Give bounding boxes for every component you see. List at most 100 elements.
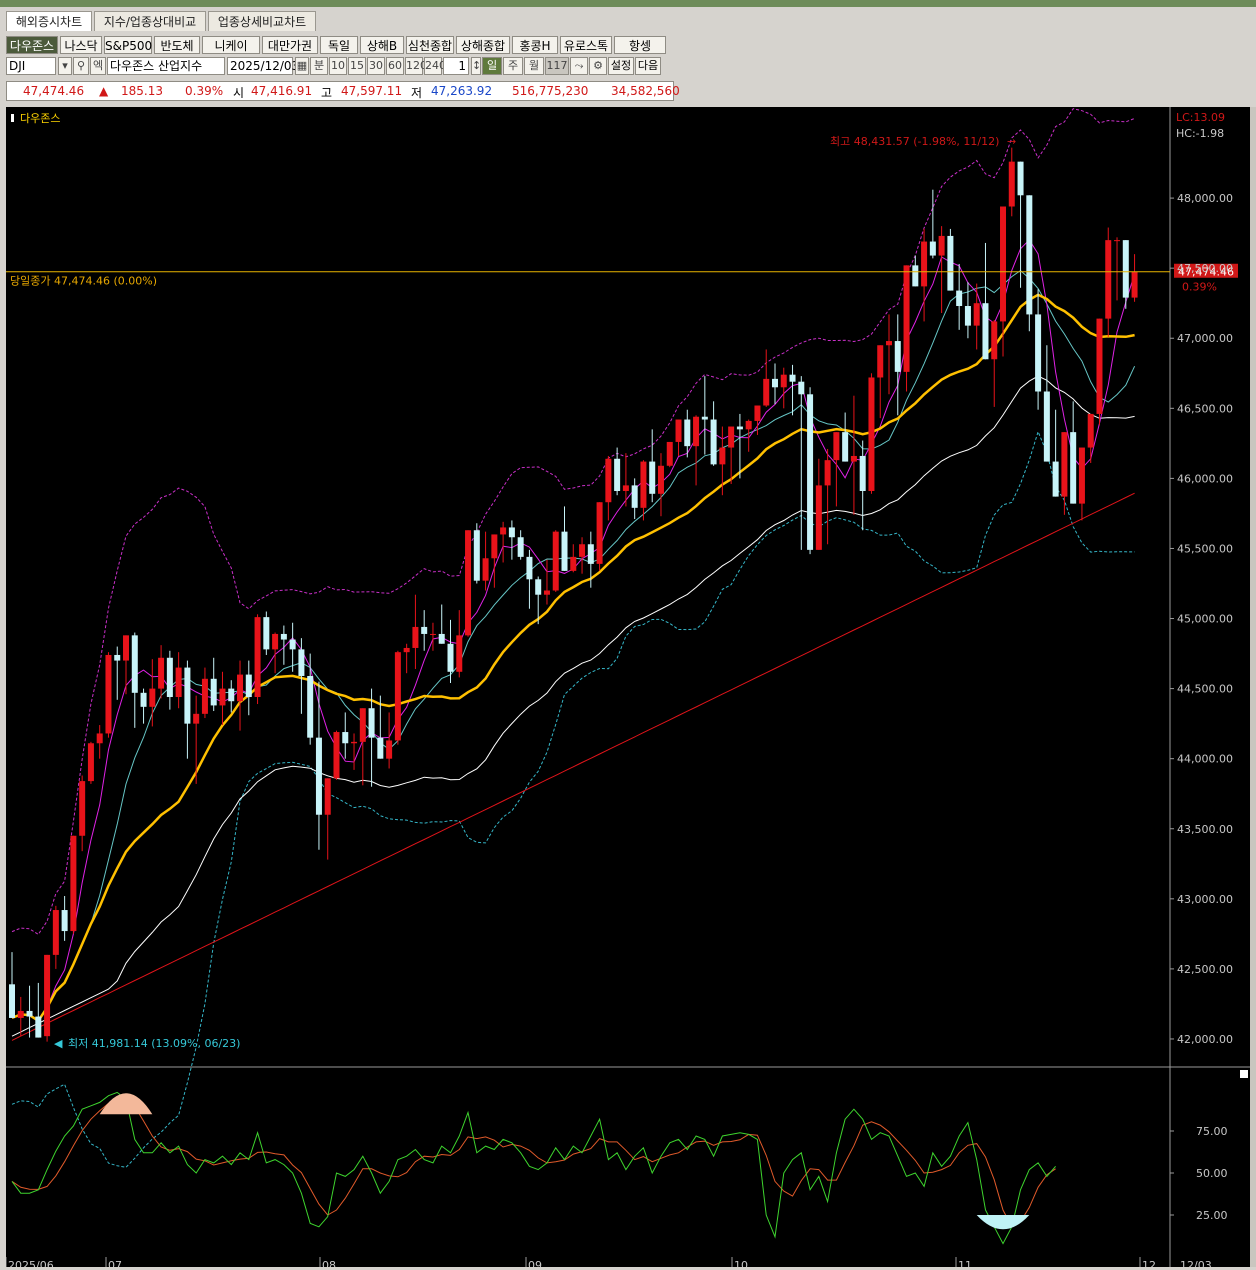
chart-area[interactable]: 당일종가 47,474.46 (0.00%) 47,474.46 0.39% 다우존스…	[5, 107, 1250, 1270]
market-button-3[interactable]: 반도체	[154, 36, 200, 54]
candle-body	[693, 416, 700, 447]
candle-body	[824, 460, 831, 486]
candle-body	[517, 537, 524, 557]
period-value-field[interactable]: 1	[443, 57, 469, 75]
candle-body	[140, 692, 147, 707]
market-button-9[interactable]: 상해종합	[456, 36, 510, 54]
candle-body	[728, 426, 735, 448]
candle-body	[491, 534, 498, 559]
gear-icon[interactable]: ⚙	[589, 57, 607, 75]
candle-body	[1078, 447, 1085, 504]
candle-body	[807, 394, 814, 550]
candle-body	[237, 674, 244, 702]
period-button-1[interactable]: 10	[329, 57, 347, 75]
y-tick-label: 43,500.00	[1177, 823, 1233, 836]
period-button-2[interactable]: 15	[348, 57, 366, 75]
market-button-6[interactable]: 독일	[320, 36, 358, 54]
vertical-scrollbar[interactable]	[1250, 107, 1256, 1267]
candle-body	[921, 241, 928, 287]
period-button-0[interactable]: 분	[310, 57, 328, 75]
date-field[interactable]: 2025/12/03	[227, 57, 299, 75]
count-field[interactable]: 117	[545, 57, 569, 75]
period-button-4[interactable]: 60	[386, 57, 404, 75]
y-tick-label: 44,000.00	[1177, 753, 1233, 766]
candle-body	[263, 617, 270, 650]
market-button-2[interactable]: S&P500	[104, 36, 152, 54]
low-annotation: 최저 41,981.14 (13.09%, 06/23)	[68, 1037, 240, 1050]
candle-body	[465, 530, 472, 636]
candle-body	[105, 654, 112, 734]
market-button-12[interactable]: 항셍	[614, 36, 666, 54]
candle-body	[1017, 161, 1024, 196]
symbol-suffix-button[interactable]: 엑	[90, 57, 106, 75]
date-value: 2025/12/03	[230, 59, 300, 73]
candle-body	[929, 241, 936, 256]
candle-body	[701, 416, 708, 420]
day-button-0[interactable]: 일	[482, 57, 502, 75]
candle-body	[842, 432, 849, 462]
market-button-10[interactable]: 홍콩H	[512, 36, 558, 54]
hc-label: HC:-1.98	[1176, 127, 1224, 140]
candle-body	[377, 737, 384, 759]
count-value: 117	[546, 59, 568, 72]
candle-body	[429, 633, 436, 635]
symbol-field[interactable]: DJI	[6, 57, 56, 75]
market-button-11[interactable]: 유로스톡	[560, 36, 612, 54]
tab-1[interactable]: 지수/업종상대비교	[94, 11, 206, 31]
oversold-fill	[976, 1215, 1030, 1230]
candle-body	[964, 306, 971, 326]
next-button[interactable]: 다음	[635, 57, 661, 75]
price-chart[interactable]: 당일종가 47,474.46 (0.00%)47,474.460.39%다우존스…	[5, 107, 1250, 1270]
market-button-7[interactable]: 상해B	[360, 36, 404, 54]
period-button-5[interactable]: 120	[405, 57, 427, 75]
market-button-5[interactable]: 대만가권	[262, 36, 318, 54]
candle-body	[570, 556, 577, 571]
candle-body	[1052, 461, 1059, 497]
stoch-k-line	[11, 1091, 1056, 1245]
ma120-line	[11, 492, 1135, 1041]
calendar-icon[interactable]: ▦	[295, 57, 309, 75]
day-button-2[interactable]: 월	[524, 57, 544, 75]
candle-body	[228, 688, 235, 702]
day-button-1[interactable]: 주	[503, 57, 523, 75]
market-button-0[interactable]: 다우존스	[6, 36, 58, 54]
symbol-name-field[interactable]: 다우존스 산업지수	[107, 57, 225, 75]
candle-body	[280, 633, 287, 640]
candle-body	[605, 458, 612, 503]
candle-body	[754, 405, 761, 421]
candle-body	[596, 502, 603, 564]
candle-body	[456, 635, 463, 672]
candle-body	[1000, 206, 1007, 322]
market-button-1[interactable]: 나스닥	[60, 36, 102, 54]
y-tick-label: 47,500.00	[1177, 262, 1233, 275]
candle-body	[333, 732, 340, 779]
candle-body	[649, 461, 656, 494]
candle-body	[254, 617, 261, 698]
spinner-icon[interactable]: ↕	[471, 57, 481, 75]
candle-body	[719, 447, 726, 465]
market-button-4[interactable]: 니케이	[202, 36, 260, 54]
candle-body	[52, 910, 59, 955]
candle-body	[684, 419, 691, 447]
candle-body	[61, 910, 68, 932]
tab-2[interactable]: 업종상세비교차트	[208, 11, 316, 31]
indicator-icon[interactable]: ⤳	[570, 57, 588, 75]
candle-body	[9, 984, 15, 1018]
market-button-8[interactable]: 심천종합	[406, 36, 454, 54]
period-button-6[interactable]: 240	[424, 57, 446, 75]
candle-body	[973, 303, 980, 326]
period-button-3[interactable]: 30	[367, 57, 385, 75]
candle-body	[1008, 161, 1015, 207]
x-tick-label: 07	[108, 1259, 122, 1267]
low-label: 저	[411, 86, 423, 100]
tab-0[interactable]: 해외증시차트	[6, 11, 92, 31]
candle-body	[771, 378, 778, 388]
candle-body	[780, 374, 787, 388]
search-icon[interactable]: ⚲	[73, 57, 89, 75]
chevron-down-icon[interactable]: ▾	[58, 57, 72, 75]
settings-button[interactable]: 설정	[608, 57, 634, 75]
y-tick-label: 42,000.00	[1177, 1033, 1233, 1046]
y-tick-label: 43,000.00	[1177, 893, 1233, 906]
candle-body	[859, 455, 866, 491]
candle-body	[298, 649, 305, 676]
